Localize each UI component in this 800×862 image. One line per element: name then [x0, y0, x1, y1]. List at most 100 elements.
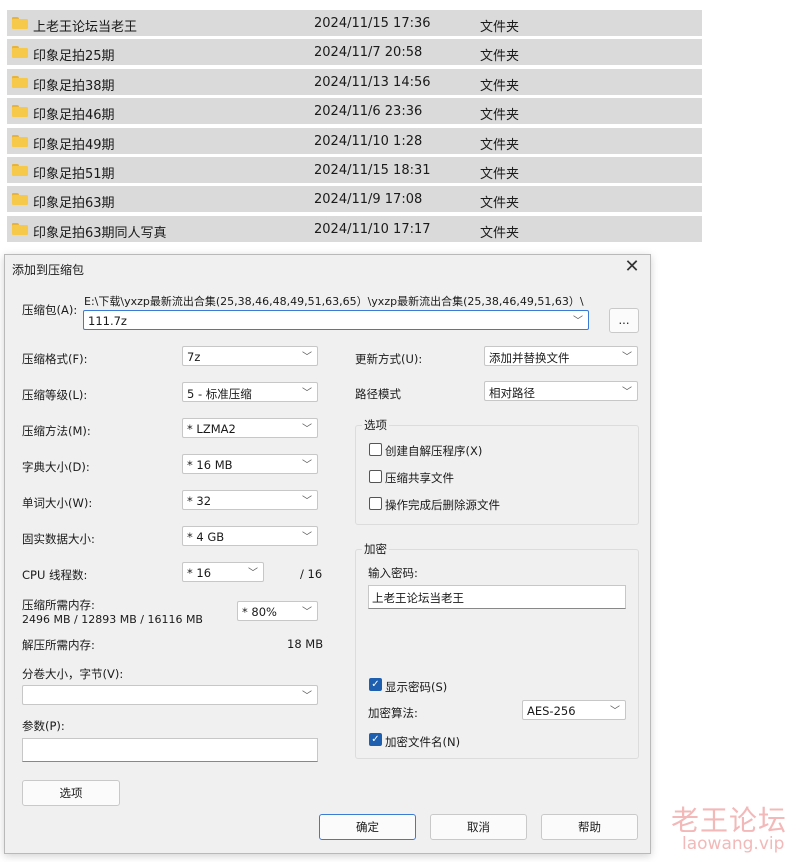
ok-button[interactable]: 确定	[319, 814, 416, 840]
folder-name: 印象足拍38期	[33, 78, 115, 94]
volume-select[interactable]: ﹀	[22, 685, 318, 705]
dict-value: * 16 MB	[187, 458, 233, 472]
chevron-down-icon: ﹀	[573, 316, 583, 327]
method-value: * LZMA2	[187, 422, 236, 436]
chevron-down-icon: ﹀	[302, 352, 312, 363]
chevron-down-icon: ﹀	[302, 691, 312, 702]
dialog-title: 添加到压缩包	[12, 263, 85, 277]
format-label: 压缩格式(F):	[22, 352, 88, 366]
folder-row[interactable]: 印象足拍51期 2024/11/15 18:31 文件夹	[7, 156, 702, 183]
folder-row[interactable]: 上老王论坛当老王 2024/11/15 17:36 文件夹	[7, 10, 702, 36]
folder-icon	[12, 134, 28, 147]
params-label: 参数(P):	[22, 719, 65, 733]
folder-type: 文件夹	[480, 49, 520, 65]
chevron-down-icon: ﹀	[610, 706, 620, 717]
folder-name: 印象足拍49期	[33, 137, 115, 153]
mem-comp-label: 压缩所需内存:	[22, 598, 95, 612]
folder-row[interactable]: 印象足拍49期 2024/11/10 1:28 文件夹	[7, 127, 702, 154]
encryption-group-title: 加密	[362, 541, 389, 557]
sfx-label: 创建自解压程序(X)	[385, 444, 483, 458]
folder-date: 2024/11/15 18:31	[314, 162, 431, 178]
folder-type: 文件夹	[480, 225, 520, 241]
method-label: 压缩方法(M):	[22, 424, 91, 438]
sfx-checkbox[interactable]	[369, 443, 382, 456]
chevron-down-icon: ﹀	[248, 568, 258, 579]
encryption-group: 加密 输入密码: 上老王论坛当老王 ✓ 显示密码(S) 加密算法: AES-25…	[355, 541, 639, 759]
close-icon[interactable]: ✕	[623, 258, 641, 276]
chevron-down-icon: ﹀	[302, 496, 312, 507]
folder-row[interactable]: 印象足拍63期同人写真 2024/11/10 17:17 文件夹	[7, 215, 702, 242]
delete-checkbox[interactable]	[369, 497, 382, 510]
password-value: 上老王论坛当老王	[372, 591, 464, 605]
shared-label: 压缩共享文件	[385, 471, 454, 485]
folder-name: 上老王论坛当老王	[33, 20, 138, 35]
folder-date: 2024/11/15 17:36	[314, 16, 431, 31]
update-select[interactable]: 添加并替换文件 ﹀	[484, 346, 638, 366]
folder-icon	[12, 193, 28, 206]
options-group: 选项 创建自解压程序(X) 压缩共享文件 操作完成后删除源文件	[355, 417, 639, 525]
folder-type: 文件夹	[480, 20, 520, 35]
volume-label: 分卷大小，字节(V):	[22, 667, 124, 681]
pathmode-label: 路径模式	[355, 387, 401, 401]
folder-date: 2024/11/6 23:36	[314, 104, 423, 120]
password-input[interactable]: 上老王论坛当老王	[368, 585, 626, 609]
dict-select[interactable]: * 16 MB ﹀	[182, 454, 318, 474]
mem-decomp-label: 解压所需内存:	[22, 638, 95, 652]
cancel-button[interactable]: 取消	[430, 814, 527, 840]
folder-date: 2024/11/10 17:17	[314, 221, 431, 237]
solid-select[interactable]: * 4 GB ﹀	[182, 526, 318, 546]
folder-icon	[12, 75, 28, 88]
watermark-text: 老王论坛	[671, 804, 788, 837]
folder-date: 2024/11/7 20:58	[314, 45, 423, 61]
chevron-down-icon: ﹀	[302, 388, 312, 399]
chevron-down-icon: ﹀	[622, 387, 632, 398]
pathmode-select[interactable]: 相对路径 ﹀	[484, 381, 638, 401]
update-value: 添加并替换文件	[489, 351, 570, 365]
level-select[interactable]: 5 - 标准压缩 ﹀	[182, 382, 318, 402]
folder-row[interactable]: 印象足拍25期 2024/11/7 20:58 文件夹	[7, 39, 702, 66]
folder-row[interactable]: 印象足拍46期 2024/11/6 23:36 文件夹	[7, 98, 702, 125]
show-password-checkbox[interactable]: ✓	[369, 678, 382, 691]
method-select[interactable]: * LZMA2 ﹀	[182, 418, 318, 438]
enc-method-label: 加密算法:	[368, 706, 418, 720]
folder-row[interactable]: 印象足拍38期 2024/11/13 14:56 文件夹	[7, 68, 702, 95]
folder-type: 文件夹	[480, 166, 520, 182]
folder-name: 印象足拍63期	[33, 196, 115, 212]
show-password-label: 显示密码(S)	[385, 680, 448, 694]
format-select[interactable]: 7z ﹀	[182, 346, 318, 366]
enc-method-select[interactable]: AES-256 ﹀	[522, 700, 626, 720]
options-button[interactable]: 选项	[22, 780, 120, 806]
folder-icon	[12, 17, 28, 29]
format-value: 7z	[187, 350, 201, 364]
shared-checkbox[interactable]	[369, 470, 382, 483]
pathmode-value: 相对路径	[489, 386, 535, 400]
enc-method-value: AES-256	[527, 704, 576, 718]
mem-usage-select[interactable]: * 80% ﹀	[237, 601, 318, 621]
folder-type: 文件夹	[480, 137, 520, 153]
word-value: * 32	[187, 494, 212, 508]
add-to-archive-dialog: 添加到压缩包 ✕ 压缩包(A): E:\下载\yxzp最新流出合集(25,38,…	[4, 254, 651, 854]
archive-name-combo[interactable]: 111.7z ﹀	[83, 310, 589, 330]
archive-name-value: 111.7z	[88, 314, 127, 328]
threads-select[interactable]: * 16 ﹀	[182, 562, 264, 582]
folder-icon	[12, 163, 28, 176]
encrypt-names-checkbox[interactable]: ✓	[369, 733, 382, 746]
archive-label: 压缩包(A):	[22, 303, 78, 317]
folder-row[interactable]: 印象足拍63期 2024/11/9 17:08 文件夹	[7, 186, 702, 213]
folder-name: 印象足拍51期	[33, 166, 115, 182]
word-select[interactable]: * 32 ﹀	[182, 490, 318, 510]
chevron-down-icon: ﹀	[622, 352, 632, 363]
solid-value: * 4 GB	[187, 530, 225, 544]
folder-icon	[12, 46, 28, 59]
dialog-titlebar[interactable]: 添加到压缩包 ✕	[5, 255, 650, 281]
mem-comp-detail: 2496 MB / 12893 MB / 16116 MB	[22, 613, 203, 626]
threads-value: * 16	[187, 566, 212, 580]
threads-label: CPU 线程数:	[22, 568, 88, 582]
params-input[interactable]	[22, 738, 318, 762]
browse-button[interactable]: ...	[609, 308, 639, 333]
help-button[interactable]: 帮助	[541, 814, 638, 840]
folder-name: 印象足拍63期同人写真	[33, 225, 167, 241]
options-group-title: 选项	[362, 417, 389, 433]
folder-type: 文件夹	[480, 78, 520, 94]
archive-path: E:\下载\yxzp最新流出合集(25,38,46,48,49,51,63,65…	[84, 295, 584, 308]
